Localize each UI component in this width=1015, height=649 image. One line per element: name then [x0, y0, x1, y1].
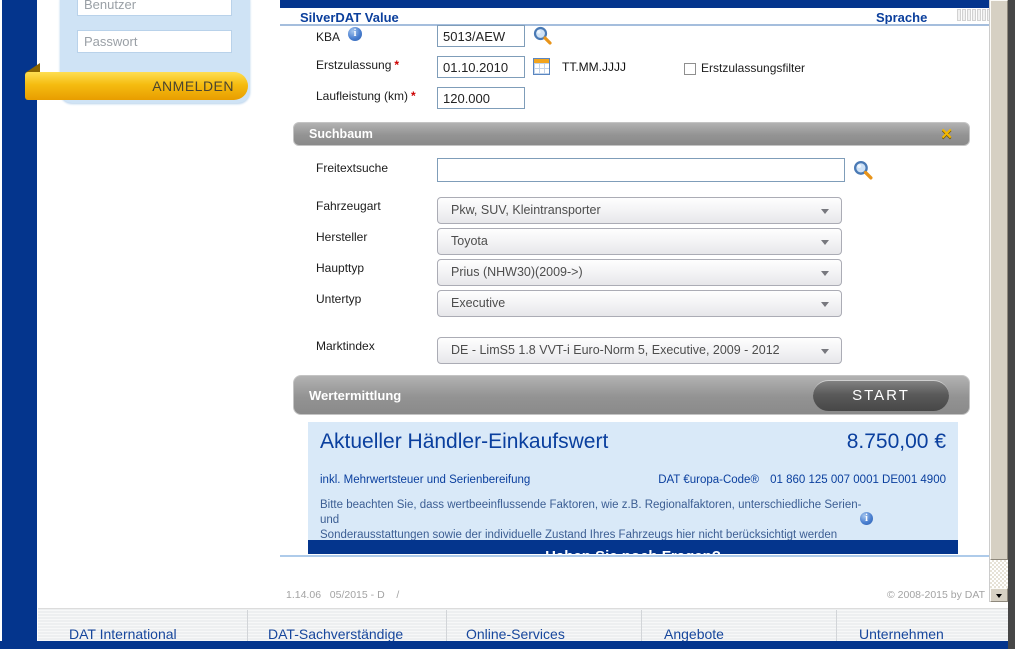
erstzulassung-label: Erstzulassung*: [316, 58, 399, 72]
scrollbar-thumb[interactable]: [990, 0, 1008, 560]
clipped-banner: Haben Sie noch Fragen?: [308, 540, 958, 554]
marktindex-select[interactable]: DE - LimS5 1.8 VVT-i Euro-Norm 5, Execut…: [437, 337, 842, 364]
erstzulassung-label-text: Erstzulassung: [316, 58, 391, 72]
flag-placeholder-icon[interactable]: [957, 9, 961, 21]
kba-label: KBA: [316, 30, 340, 44]
laufleistung-label: Laufleistung (km)*: [316, 89, 416, 103]
close-icon[interactable]: ✕: [940, 123, 953, 146]
nav-item-online-services[interactable]: Online-Services: [466, 626, 565, 642]
chevron-down-icon: [821, 271, 829, 276]
arrow-down-icon: [996, 594, 1002, 598]
suchbaum-title: Suchbaum: [309, 123, 373, 146]
fahrzeugart-label: Fahrzeugart: [316, 199, 381, 213]
marktindex-label: Marktindex: [316, 339, 375, 353]
calendar-icon[interactable]: [533, 58, 550, 75]
erstzulassung-input[interactable]: [437, 56, 525, 78]
page-root: ANMELDEN SilverDAT Value Sprache KBA i E…: [0, 0, 1015, 649]
required-marker: *: [411, 89, 416, 103]
kba-search-icon[interactable]: [532, 25, 553, 46]
required-marker: *: [394, 58, 399, 72]
nav-item-unternehmen[interactable]: Unternehmen: [859, 626, 944, 642]
content-top-bar: [280, 0, 990, 8]
disclaimer-line1: Bitte beachten Sie, dass wertbeeinflusse…: [320, 499, 861, 526]
content-bottom-line: [280, 555, 990, 557]
fahrzeugart-value: Pkw, SUV, Kleintransporter: [451, 198, 601, 223]
flag-placeholder-icon[interactable]: [962, 9, 966, 21]
wertermittlung-title: Wertermittlung: [309, 376, 401, 416]
freitext-search-icon[interactable]: [852, 159, 874, 181]
vat-note: inkl. Mehrwertsteuer und Serienbereifung: [320, 474, 530, 486]
fahrzeugart-select[interactable]: Pkw, SUV, Kleintransporter: [437, 197, 842, 224]
window-edge: [1008, 0, 1015, 649]
laufleistung-input[interactable]: [437, 87, 525, 109]
hersteller-label: Hersteller: [316, 230, 367, 244]
version-text: 1.14.06 05/2015 - D /: [286, 589, 399, 601]
hersteller-select[interactable]: Toyota: [437, 228, 842, 255]
nav-separator: [446, 610, 447, 643]
haupttyp-label: Haupttyp: [316, 261, 364, 275]
nav-item-angebote[interactable]: Angebote: [664, 626, 724, 642]
password-input[interactable]: [77, 30, 232, 53]
flag-placeholder-icon[interactable]: [972, 9, 976, 21]
result-title: Aktueller Händler-Einkaufswert: [320, 430, 608, 454]
untertyp-label: Untertyp: [316, 292, 361, 306]
flag-placeholder-icon[interactable]: [967, 9, 971, 21]
result-price: 8.750,00 €: [847, 430, 946, 454]
bottom-accent-strip: [0, 641, 1008, 649]
europa-code-row: DAT €uropa-Code® 01 860 125 007 0001 DE0…: [658, 474, 946, 486]
clipped-banner-text: Haben Sie noch Fragen?: [308, 548, 958, 554]
suchbaum-section-bar: Suchbaum ✕: [293, 122, 970, 146]
nav-separator: [836, 610, 837, 643]
info-icon[interactable]: i: [860, 512, 873, 525]
laufleistung-label-text: Laufleistung (km): [316, 89, 408, 103]
chevron-down-icon: [821, 209, 829, 214]
scrollbar-down-button[interactable]: [990, 588, 1008, 602]
haupttyp-value: Prius (NHW30)(2009->): [451, 260, 583, 285]
erstzulassungsfilter-checkbox[interactable]: [684, 63, 696, 75]
erstzulassungsfilter-label: Erstzulassungsfilter: [701, 61, 805, 75]
result-panel: Aktueller Händler-Einkaufswert 8.750,00 …: [308, 422, 958, 540]
username-input[interactable]: [77, 0, 232, 16]
flag-placeholder-icon[interactable]: [977, 9, 981, 21]
hersteller-value: Toyota: [451, 229, 488, 254]
nav-separator: [641, 610, 642, 643]
language-menu[interactable]: Sprache: [876, 10, 927, 25]
freitextsuche-input[interactable]: [437, 158, 845, 182]
start-button[interactable]: START: [813, 380, 949, 411]
kba-input[interactable]: [437, 25, 525, 47]
header-underline: [280, 24, 990, 26]
europa-code-label: DAT €uropa-Code®: [658, 474, 759, 486]
untertyp-value: Executive: [451, 291, 505, 316]
europa-code-value: 01 860 125 007 0001 DE001 4900: [770, 474, 946, 486]
nav-item-dat-sachverstaendige[interactable]: DAT-Sachverständige: [268, 626, 403, 642]
freitextsuche-label: Freitextsuche: [316, 161, 388, 175]
login-submit-button[interactable]: ANMELDEN: [25, 72, 248, 100]
copyright-text: © 2008-2015 by DAT: [790, 589, 985, 601]
wertermittlung-section-bar: Wertermittlung START: [293, 375, 970, 415]
app-title: SilverDAT Value: [300, 10, 399, 25]
nav-item-dat-international[interactable]: DAT International: [69, 626, 177, 642]
haupttyp-select[interactable]: Prius (NHW30)(2009->): [437, 259, 842, 286]
flag-placeholder-icon[interactable]: [982, 9, 986, 21]
chevron-down-icon: [821, 240, 829, 245]
marktindex-value: DE - LimS5 1.8 VVT-i Euro-Norm 5, Execut…: [451, 338, 780, 363]
untertyp-select[interactable]: Executive: [437, 290, 842, 317]
chevron-down-icon: [821, 302, 829, 307]
chevron-down-icon: [821, 349, 829, 354]
date-format-hint: TT.MM.JJJJ: [562, 60, 626, 74]
nav-separator: [247, 610, 248, 643]
info-icon[interactable]: i: [348, 27, 362, 41]
